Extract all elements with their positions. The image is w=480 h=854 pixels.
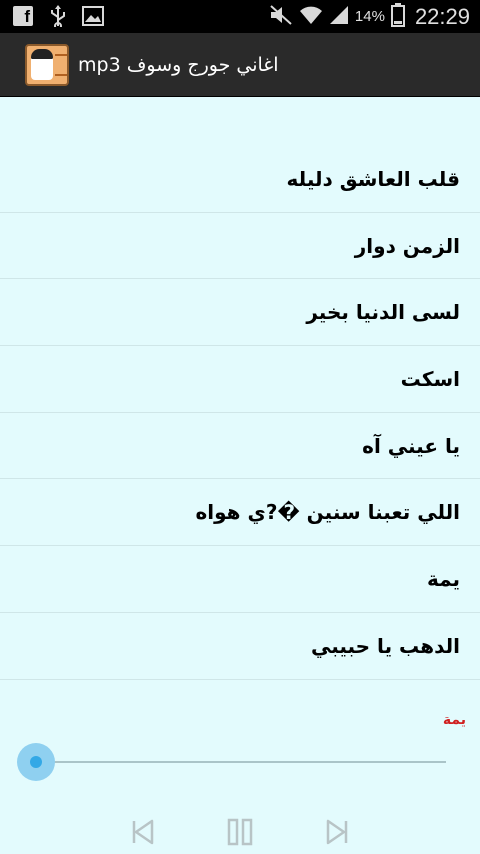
song-title: لسى الدنيا بخير	[306, 300, 460, 325]
app-bar: اغاني جورج وسوف mp3	[0, 33, 480, 97]
song-title: الدهب يا حبيبي	[310, 633, 460, 658]
list-item[interactable]: الدهب يا حبيبي	[0, 613, 480, 680]
song-list: قلب العاشق دليله الزمن دوار لسى الدنيا ب…	[0, 146, 480, 680]
battery-icon	[390, 2, 405, 31]
list-item[interactable]: يا عيني آه	[0, 413, 480, 480]
no-sound-icon	[269, 4, 293, 30]
pause-icon	[227, 818, 253, 846]
app-logo[interactable]	[25, 44, 69, 86]
list-item[interactable]: اسكت	[0, 346, 480, 413]
usb-icon	[48, 5, 68, 27]
battery-percentage: 14%	[354, 8, 385, 25]
signal-icon	[329, 5, 349, 29]
song-title: قلب العاشق دليله	[286, 166, 460, 191]
player-controls	[0, 812, 480, 852]
now-playing-title: يمة	[442, 712, 466, 728]
song-title: اللي تعبنا سنين �?ي هواه	[195, 500, 460, 525]
image-icon	[82, 5, 104, 27]
status-bar: f 14% 22:29	[0, 0, 480, 33]
list-item[interactable]: الزمن دوار	[0, 213, 480, 280]
song-title: الزمن دوار	[354, 233, 460, 258]
next-button[interactable]	[322, 817, 352, 847]
seek-thumb[interactable]	[17, 743, 55, 781]
list-item[interactable]: قلب العاشق دليله	[0, 146, 480, 213]
list-item[interactable]: يمة	[0, 546, 480, 613]
list-item[interactable]: اللي تعبنا سنين �?ي هواه	[0, 479, 480, 547]
previous-icon	[132, 819, 154, 845]
list-item[interactable]: لسى الدنيا بخير	[0, 279, 480, 347]
next-icon	[326, 819, 348, 845]
wifi-icon	[299, 5, 323, 29]
song-title: اسكت	[400, 366, 460, 391]
song-title: يا عيني آه	[362, 433, 460, 458]
clock: 22:29	[414, 3, 470, 29]
facebook-icon: f	[12, 5, 34, 27]
song-title: يمة	[426, 566, 460, 591]
pause-button[interactable]	[225, 817, 255, 847]
app-title: اغاني جورج وسوف mp3	[78, 54, 279, 76]
previous-button[interactable]	[128, 817, 158, 847]
seek-bar[interactable]	[36, 761, 446, 763]
